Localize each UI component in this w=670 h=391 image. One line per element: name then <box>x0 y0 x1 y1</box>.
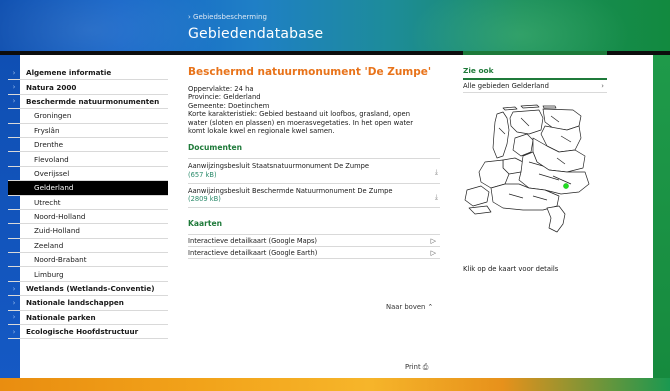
info-description-line: Korte karakteristiek: Gebied bestaand ui… <box>188 110 411 119</box>
main-content: Beschermd natuurmonument 'De Zumpe' Oppe… <box>188 66 440 371</box>
maps-heading: Kaarten <box>188 218 223 228</box>
netherlands-map[interactable] <box>463 104 607 234</box>
document-title: Aanwijzingsbesluit Staatsnatuurmonument … <box>188 162 369 171</box>
document-size: (657 kB) <box>188 171 217 180</box>
sidebar-item-label: Flevoland <box>34 154 69 164</box>
info-description-line: water (sloten en plassen) en moerasveget… <box>188 118 413 127</box>
sidebar-item-label: Zuid-Holland <box>34 226 80 236</box>
sidebar-item-zuid-holland[interactable]: Zuid-Holland <box>8 224 168 239</box>
open-link-icon: ▷ <box>430 249 436 258</box>
info-municipality: Gemeente: Doetinchem <box>188 101 270 110</box>
map-caption: Klik op de kaart voor details <box>463 265 559 273</box>
download-icon: ⤓ <box>434 168 438 177</box>
sidebar-item-nationale-landschappen[interactable]: › Nationale landschappen <box>8 296 168 311</box>
chevron-right-icon: › <box>12 97 16 106</box>
sidebar-item-algemene-informatie[interactable]: › Algemene informatie <box>8 66 168 81</box>
document-size: (2809 kB) <box>188 195 221 204</box>
area-location-marker <box>563 183 569 189</box>
all-areas-gelderland-link[interactable]: Alle gebieden Gelderland › <box>463 80 607 93</box>
header-accent <box>463 51 607 55</box>
document-link[interactable]: Aanwijzingsbesluit Beschermde Natuurmonu… <box>188 182 440 208</box>
maps-list: Interactieve detailkaart (Google Maps) ▷… <box>188 233 440 259</box>
info-area: Oppervlakte: 24 ha <box>188 85 254 93</box>
sidebar-item-groningen[interactable]: Groningen <box>8 109 168 124</box>
sidebar-item-label: Gelderland <box>34 183 74 193</box>
sidebar-item-label: Noord-Brabant <box>34 255 87 265</box>
sidebar-item-beschermde-natuurmonumenten[interactable]: › Beschermde natuurmonumenten <box>8 95 168 110</box>
sidebar-item-label: Groningen <box>34 111 72 121</box>
map-region-wadden <box>542 105 557 109</box>
sidebar-item-zeeland[interactable]: Zeeland <box>8 239 168 254</box>
page-title: Gebiedendatabase <box>188 26 324 42</box>
sidebar-item-label: Nationale parken <box>26 312 96 322</box>
netherlands-map-svg[interactable] <box>463 104 607 234</box>
map-region-flevoland <box>512 133 534 157</box>
map-region-zeeland <box>464 185 490 207</box>
area-info: Oppervlakte: 24 ha Provincie: Gelderland… <box>188 85 440 135</box>
documents-heading: Documenten <box>188 143 243 153</box>
sidebar-item-label: Nationale landschappen <box>26 298 124 308</box>
sidebar-item-noord-brabant[interactable]: Noord-Brabant <box>8 253 168 268</box>
google-maps-link[interactable]: Interactieve detailkaart (Google Maps) ▷ <box>188 233 440 247</box>
sidebar-item-label: Beschermde natuurmonumenten <box>26 96 160 106</box>
sidebar-item-overijssel[interactable]: Overijssel <box>8 167 168 182</box>
sidebar-item-fryslan[interactable]: Fryslân <box>8 124 168 138</box>
map-link-label: Interactieve detailkaart (Google Earth) <box>188 248 318 257</box>
sidebar-item-label: Noord-Holland <box>34 212 86 222</box>
sidebar-item-ecologische-hoofdstructuur[interactable]: › Ecologische Hoofdstructuur <box>8 325 168 340</box>
map-region-limburg <box>546 205 566 233</box>
download-icon: ⤓ <box>434 192 438 201</box>
header-banner: › Gebiedsbescherming Gebiedendatabase <box>0 0 670 54</box>
sidebar-nav: › Algemene informatie › Natura 2000 › Besch… <box>8 66 168 340</box>
sidebar-item-label: Natura 2000 <box>26 82 77 92</box>
sidebar-item-natura-2000[interactable]: › Natura 2000 <box>8 80 168 95</box>
chevron-right-icon: › <box>12 68 16 77</box>
sidebar-item-label: Limburg <box>34 269 64 279</box>
chevron-right-icon: › <box>12 284 16 293</box>
map-link-label: Interactieve detailkaart (Google Maps) <box>188 236 318 245</box>
open-link-icon: ▷ <box>430 236 436 245</box>
sidebar-item-noord-holland[interactable]: Noord-Holland <box>8 210 168 225</box>
documents-list: Aanwijzingsbesluit Staatsnatuurmonument … <box>188 158 440 208</box>
sidebar-item-label: Drenthe <box>34 140 64 150</box>
document-title: Aanwijzingsbesluit Beschermde Natuurmonu… <box>188 186 393 195</box>
see-also-panel: Zie ook Alle gebieden Gelderland › Klik … <box>463 66 607 273</box>
document-link[interactable]: Aanwijzingsbesluit Staatsnatuurmonument … <box>188 158 440 182</box>
map-region-zeeland <box>468 205 492 215</box>
sidebar-item-utrecht[interactable]: Utrecht <box>8 196 168 210</box>
map-region-wadden <box>520 104 540 109</box>
chevron-right-icon: › <box>601 82 604 90</box>
sidebar-item-drenthe[interactable]: Drenthe <box>8 138 168 153</box>
sidebar-item-wetlands[interactable]: › Wetlands (Wetlands-Conventie) <box>8 282 168 297</box>
see-also-link-label: Alle gebieden Gelderland <box>463 82 549 90</box>
map-region-wadden <box>502 106 518 111</box>
right-accent-bar <box>653 55 670 381</box>
sidebar-item-nationale-parken[interactable]: › Nationale parken <box>8 311 168 326</box>
chevron-right-icon: › <box>12 83 16 92</box>
chevron-right-icon: › <box>12 298 16 307</box>
map-region-fryslan <box>509 109 544 135</box>
chevron-right-icon: › <box>12 327 16 336</box>
sidebar-item-label: Utrecht <box>34 197 61 207</box>
sidebar-item-limburg[interactable]: Limburg <box>8 267 168 282</box>
sidebar-item-label: Ecologische Hoofdstructuur <box>26 327 139 337</box>
sidebar-item-label: Fryslân <box>34 125 60 135</box>
sidebar-item-gelderland[interactable]: Gelderland <box>8 181 168 196</box>
info-description-line: komt lokale kwel en regionale kwel samen… <box>188 127 335 136</box>
sidebar-item-label: Algemene informatie <box>26 68 112 78</box>
chevron-right-icon: › <box>12 313 16 322</box>
breadcrumb[interactable]: › Gebiedsbescherming <box>188 13 267 21</box>
info-province: Provincie: Gelderland <box>188 93 261 102</box>
sidebar-item-flevoland[interactable]: Flevoland <box>8 152 168 167</box>
google-earth-link[interactable]: Interactieve detailkaart (Google Earth) … <box>188 246 440 259</box>
print-link[interactable]: Print ⎙ <box>405 363 428 372</box>
map-region-noord-holland <box>492 111 510 159</box>
sidebar-item-label: Zeeland <box>34 240 64 250</box>
sidebar-item-label: Wetlands (Wetlands-Conventie) <box>26 284 155 294</box>
back-to-top-link[interactable]: Naar boven ⌃ <box>386 303 433 311</box>
see-also-heading: Zie ook <box>463 66 607 80</box>
footer-banner <box>0 378 670 391</box>
area-title: Beschermd natuurmonument 'De Zumpe' <box>188 66 432 78</box>
sidebar-item-label: Overijssel <box>34 168 70 178</box>
